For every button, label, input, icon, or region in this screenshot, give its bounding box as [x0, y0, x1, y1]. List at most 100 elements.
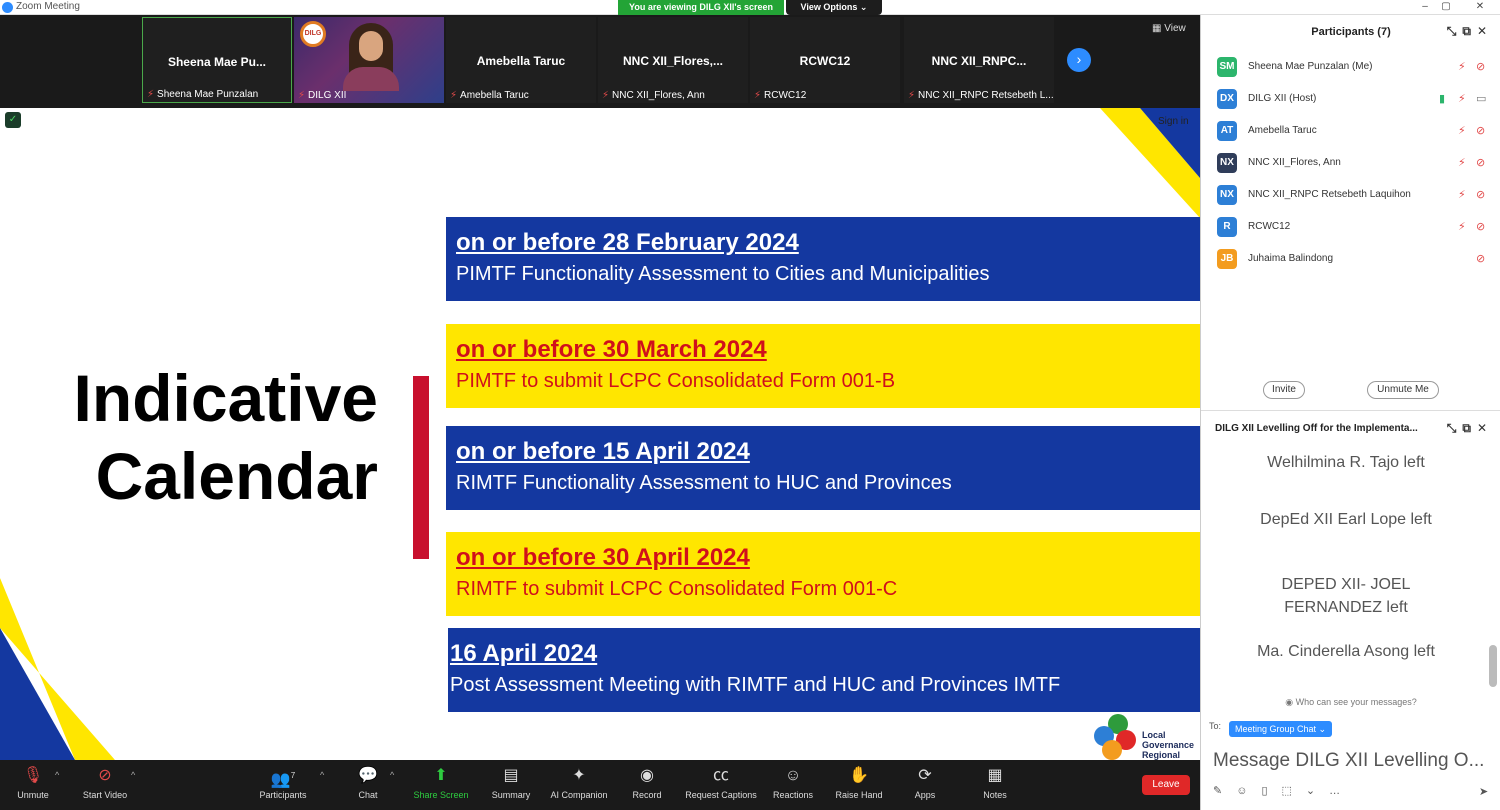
tile-label: Sheena Mae Punzalan: [157, 89, 259, 100]
close-icon[interactable]: ✕: [1477, 24, 1493, 38]
maximize-icon[interactable]: ▢: [1436, 0, 1456, 14]
share-screen-button[interactable]: ⬆ Share Screen: [406, 766, 476, 800]
close-window-icon[interactable]: ✕: [1470, 0, 1490, 14]
participants-button[interactable]: 👥7 Participants: [248, 766, 318, 800]
more-options-icon[interactable]: …: [1329, 785, 1354, 797]
muted-mic-icon: ⚡: [754, 90, 762, 101]
notes-button[interactable]: ▦ Notes: [960, 766, 1030, 800]
local-governance-logo: Local Governance Regional: [1092, 712, 1200, 760]
send-icon[interactable]: ➤: [1479, 785, 1488, 798]
calendar-date: on or before 15 April 2024: [456, 438, 750, 465]
video-tile-amebella[interactable]: Amebella Taruc ⚡ Amebella Taruc: [446, 17, 596, 103]
collapse-icon[interactable]: ⤡: [1447, 24, 1463, 38]
emoji-icon[interactable]: ☺: [1236, 785, 1261, 797]
tile-label: RCWC12: [764, 90, 807, 101]
participant-name: NNC XII_RNPC Retsebeth Laquihon: [1248, 189, 1411, 200]
video-tile-sheena[interactable]: Sheena Mae Pu... ⚡ Sheena Mae Punzalan: [142, 17, 292, 103]
leave-button[interactable]: Leave: [1142, 775, 1190, 795]
unmute-me-button[interactable]: Unmute Me: [1367, 381, 1439, 399]
recipient-dropdown[interactable]: Meeting Group Chat ⌄: [1229, 721, 1333, 737]
muted-mic-icon[interactable]: ⚡: [1458, 188, 1466, 201]
participant-row[interactable]: DX DILG XII (Host) ▮ ⚡ ▭: [1217, 87, 1497, 111]
muted-mic-icon: ⚡: [908, 90, 916, 101]
muted-mic-icon[interactable]: ⚡: [1458, 60, 1466, 73]
calendar-text: PIMTF Functionality Assessment to Cities…: [456, 263, 990, 285]
dilg-seal-icon: DILG: [300, 21, 326, 47]
chat-message: Ma. Cinderella Asong left: [1257, 643, 1435, 660]
record-button[interactable]: ◉ Record: [612, 766, 682, 800]
title-bar: Zoom Meeting You are viewing DILG XII's …: [0, 0, 1500, 15]
chevron-right-icon: ›: [1076, 51, 1082, 67]
request-captions-label: Request Captions: [685, 790, 757, 800]
ai-companion-button[interactable]: ✦ AI Companion: [544, 766, 614, 800]
popout-icon[interactable]: ⧉: [1462, 421, 1477, 435]
video-off-icon[interactable]: ⊘: [1476, 124, 1485, 137]
apps-button[interactable]: ⟳ Apps: [890, 766, 960, 800]
participants-caret[interactable]: ^: [320, 770, 324, 780]
view-button[interactable]: ▦ View: [1152, 23, 1186, 34]
tile-label: DILG XII: [308, 90, 347, 101]
participant-row[interactable]: JB Juhaima Balindong ⊘: [1217, 247, 1497, 271]
reactions-label: Reactions: [772, 790, 814, 800]
notes-label: Notes: [983, 790, 1007, 800]
file-icon[interactable]: ▯: [1261, 785, 1281, 797]
video-off-icon[interactable]: ⊘: [1476, 60, 1485, 73]
tile-name: RCWC12: [799, 54, 851, 68]
video-off-icon[interactable]: ⊘: [1476, 220, 1485, 233]
video-off-icon[interactable]: ⊘: [1476, 252, 1485, 265]
video-off-icon[interactable]: ⊘: [1476, 156, 1485, 169]
summary-button[interactable]: ▤ Summary: [476, 766, 546, 800]
eye-icon: ◉: [1285, 697, 1294, 707]
video-tile-nnc-flores[interactable]: NNC XII_Flores,... ⚡ NNC XII_Flores, Ann: [598, 17, 748, 103]
audio-options-caret[interactable]: ^: [55, 770, 59, 780]
muted-mic-icon[interactable]: ⚡: [1458, 220, 1466, 233]
muted-mic-icon[interactable]: ⚡: [1458, 92, 1466, 105]
zoom-logo-icon: [2, 2, 13, 13]
participant-row[interactable]: NX NNC XII_Flores, Ann ⚡ ⊘: [1217, 151, 1497, 175]
chat-caret[interactable]: ^: [390, 770, 394, 780]
minimize-icon[interactable]: –: [1415, 0, 1435, 14]
participant-row[interactable]: NX NNC XII_RNPC Retsebeth Laquihon ⚡ ⊘: [1217, 183, 1497, 207]
muted-mic-icon[interactable]: ⚡: [1458, 124, 1466, 137]
invite-button[interactable]: Invite: [1263, 381, 1305, 399]
next-page-button[interactable]: ›: [1067, 48, 1091, 72]
close-icon[interactable]: ✕: [1477, 421, 1493, 435]
video-off-icon[interactable]: ⊘: [1476, 188, 1485, 201]
to-label: To:: [1209, 721, 1222, 731]
participant-row[interactable]: R RCWC12 ⚡ ⊘: [1217, 215, 1497, 239]
format-icon[interactable]: ✎: [1213, 785, 1236, 797]
who-can-see-link[interactable]: ◉ Who can see your messages?: [1201, 697, 1500, 708]
video-tile-dilg[interactable]: DILG ⚡ DILG XII: [294, 17, 444, 103]
video-icon[interactable]: ▭: [1476, 92, 1486, 105]
video-options-caret[interactable]: ^: [131, 770, 135, 780]
participant-row[interactable]: SM Sheena Mae Punzalan (Me) ⚡ ⊘: [1217, 55, 1497, 79]
muted-mic-icon[interactable]: ⚡: [1458, 156, 1466, 169]
apps-label: Apps: [914, 790, 936, 800]
video-tile-nnc-rnpc[interactable]: NNC XII_RNPC... ⚡ NNC XII_RNPC Retsebeth …: [904, 17, 1054, 103]
logo-text-line1: Local: [1142, 730, 1166, 740]
participant-row[interactable]: AT Amebella Taruc ⚡ ⊘: [1217, 119, 1497, 143]
more-icon[interactable]: ⌄: [1306, 785, 1329, 797]
video-tile-rcwc12[interactable]: RCWC12 ⚡ RCWC12: [750, 17, 900, 103]
popout-icon[interactable]: ⧉: [1462, 24, 1477, 38]
reactions-button[interactable]: ☺ Reactions: [758, 766, 828, 800]
recipient-label: Meeting Group Chat: [1235, 724, 1317, 734]
chat-message: DepEd XII Earl Lope left: [1260, 511, 1432, 528]
avatar: JB: [1217, 249, 1237, 269]
muted-mic-icon: ⚡: [602, 90, 610, 101]
request-captions-button[interactable]: ㏄ Request Captions: [680, 766, 762, 800]
chat-message-input[interactable]: Message DILG XII Levelling O...: [1213, 750, 1493, 772]
screenshot-icon[interactable]: ⬚: [1282, 785, 1306, 797]
calendar-text: Post Assessment Meeting with RIMTF and H…: [450, 674, 1061, 696]
sign-in-link[interactable]: Sign in: [1158, 116, 1189, 127]
share-screen-icon: ⬆: [434, 767, 448, 784]
tile-label: NNC XII_RNPC Retsebeth L...: [918, 90, 1054, 101]
security-shield-icon[interactable]: ✓: [5, 112, 21, 128]
participants-icon: 👥7: [270, 771, 296, 789]
raise-hand-button[interactable]: ✋ Raise Hand: [824, 766, 894, 800]
view-options-button[interactable]: View Options ⌄: [786, 0, 882, 15]
start-video-button[interactable]: ⊘ Start Video: [70, 766, 140, 800]
collapse-icon[interactable]: ⤡: [1447, 421, 1463, 435]
chat-scrollbar[interactable]: [1489, 645, 1497, 687]
slide-title-line2: Calendar: [95, 439, 378, 513]
